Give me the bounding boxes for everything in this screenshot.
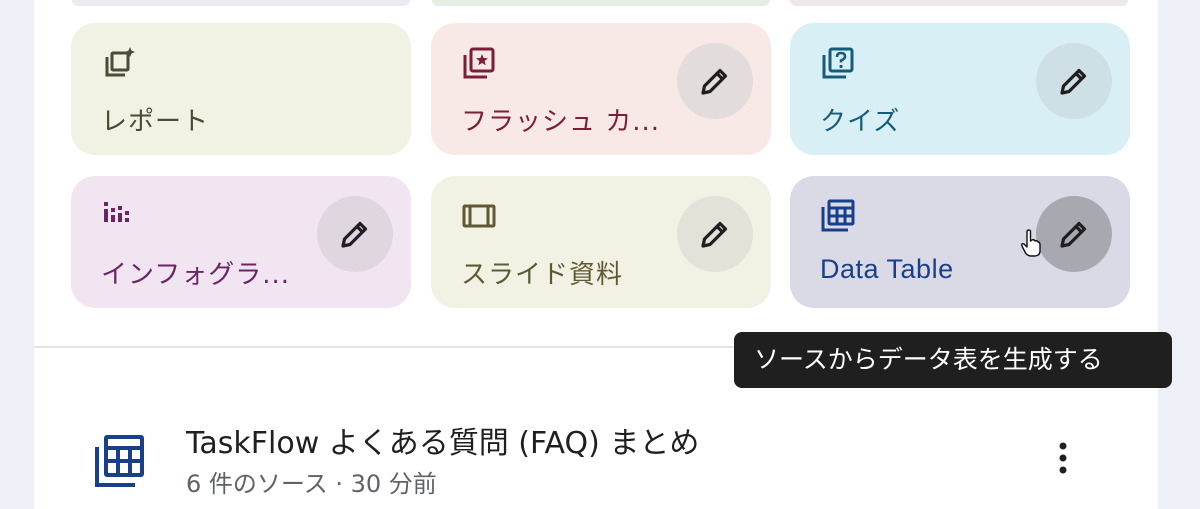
quiz-icon xyxy=(820,45,856,81)
report-sparkle-icon xyxy=(101,45,137,81)
studio-card-label: フラッシュ カ... xyxy=(461,107,661,137)
notebook-title: TaskFlow よくある質問 (FAQ) まとめ xyxy=(186,426,700,461)
tooltip: ソースからデータ表を生成する xyxy=(734,332,1172,388)
studio-card-infographic[interactable]: インフォグラ... xyxy=(71,176,411,308)
studio-card-slides[interactable]: スライド資料 xyxy=(431,176,771,308)
edit-button[interactable] xyxy=(1036,43,1112,119)
studio-card-label: クイズ xyxy=(820,107,901,137)
studio-card-label: インフォグラ... xyxy=(101,260,291,290)
data-table-icon xyxy=(93,433,145,489)
data-table-icon xyxy=(820,198,856,234)
previous-card-1[interactable] xyxy=(72,0,410,6)
edit-button[interactable] xyxy=(317,196,393,272)
studio-card-label: レポート xyxy=(101,107,210,137)
pencil-icon xyxy=(701,68,728,95)
infographic-icon xyxy=(101,198,137,234)
pencil-icon xyxy=(1060,221,1087,248)
pencil-icon xyxy=(341,221,368,248)
hand-cursor-icon xyxy=(1021,229,1041,257)
edit-button[interactable] xyxy=(1036,196,1112,272)
studio-card-data-table[interactable]: Data Table xyxy=(790,176,1130,308)
studio-card-label: Data Table xyxy=(820,254,954,284)
edit-button[interactable] xyxy=(677,196,753,272)
studio-card-quiz[interactable]: クイズ xyxy=(790,23,1130,155)
studio-card-report[interactable]: レポート xyxy=(71,23,411,155)
more-options-button[interactable] xyxy=(1040,435,1086,481)
edit-button[interactable] xyxy=(677,43,753,119)
pencil-icon xyxy=(701,221,728,248)
notebook-meta: 6 件のソース · 30 分前 xyxy=(186,470,437,498)
more-vert-icon xyxy=(1059,442,1067,474)
flashcards-icon xyxy=(461,45,497,81)
studio-card-flashcards[interactable]: フラッシュ カ... xyxy=(431,23,771,155)
slides-icon xyxy=(461,198,497,234)
pencil-icon xyxy=(1060,68,1087,95)
previous-card-2[interactable] xyxy=(432,0,770,6)
studio-card-label: スライド資料 xyxy=(461,260,624,290)
previous-card-3[interactable] xyxy=(790,0,1128,6)
